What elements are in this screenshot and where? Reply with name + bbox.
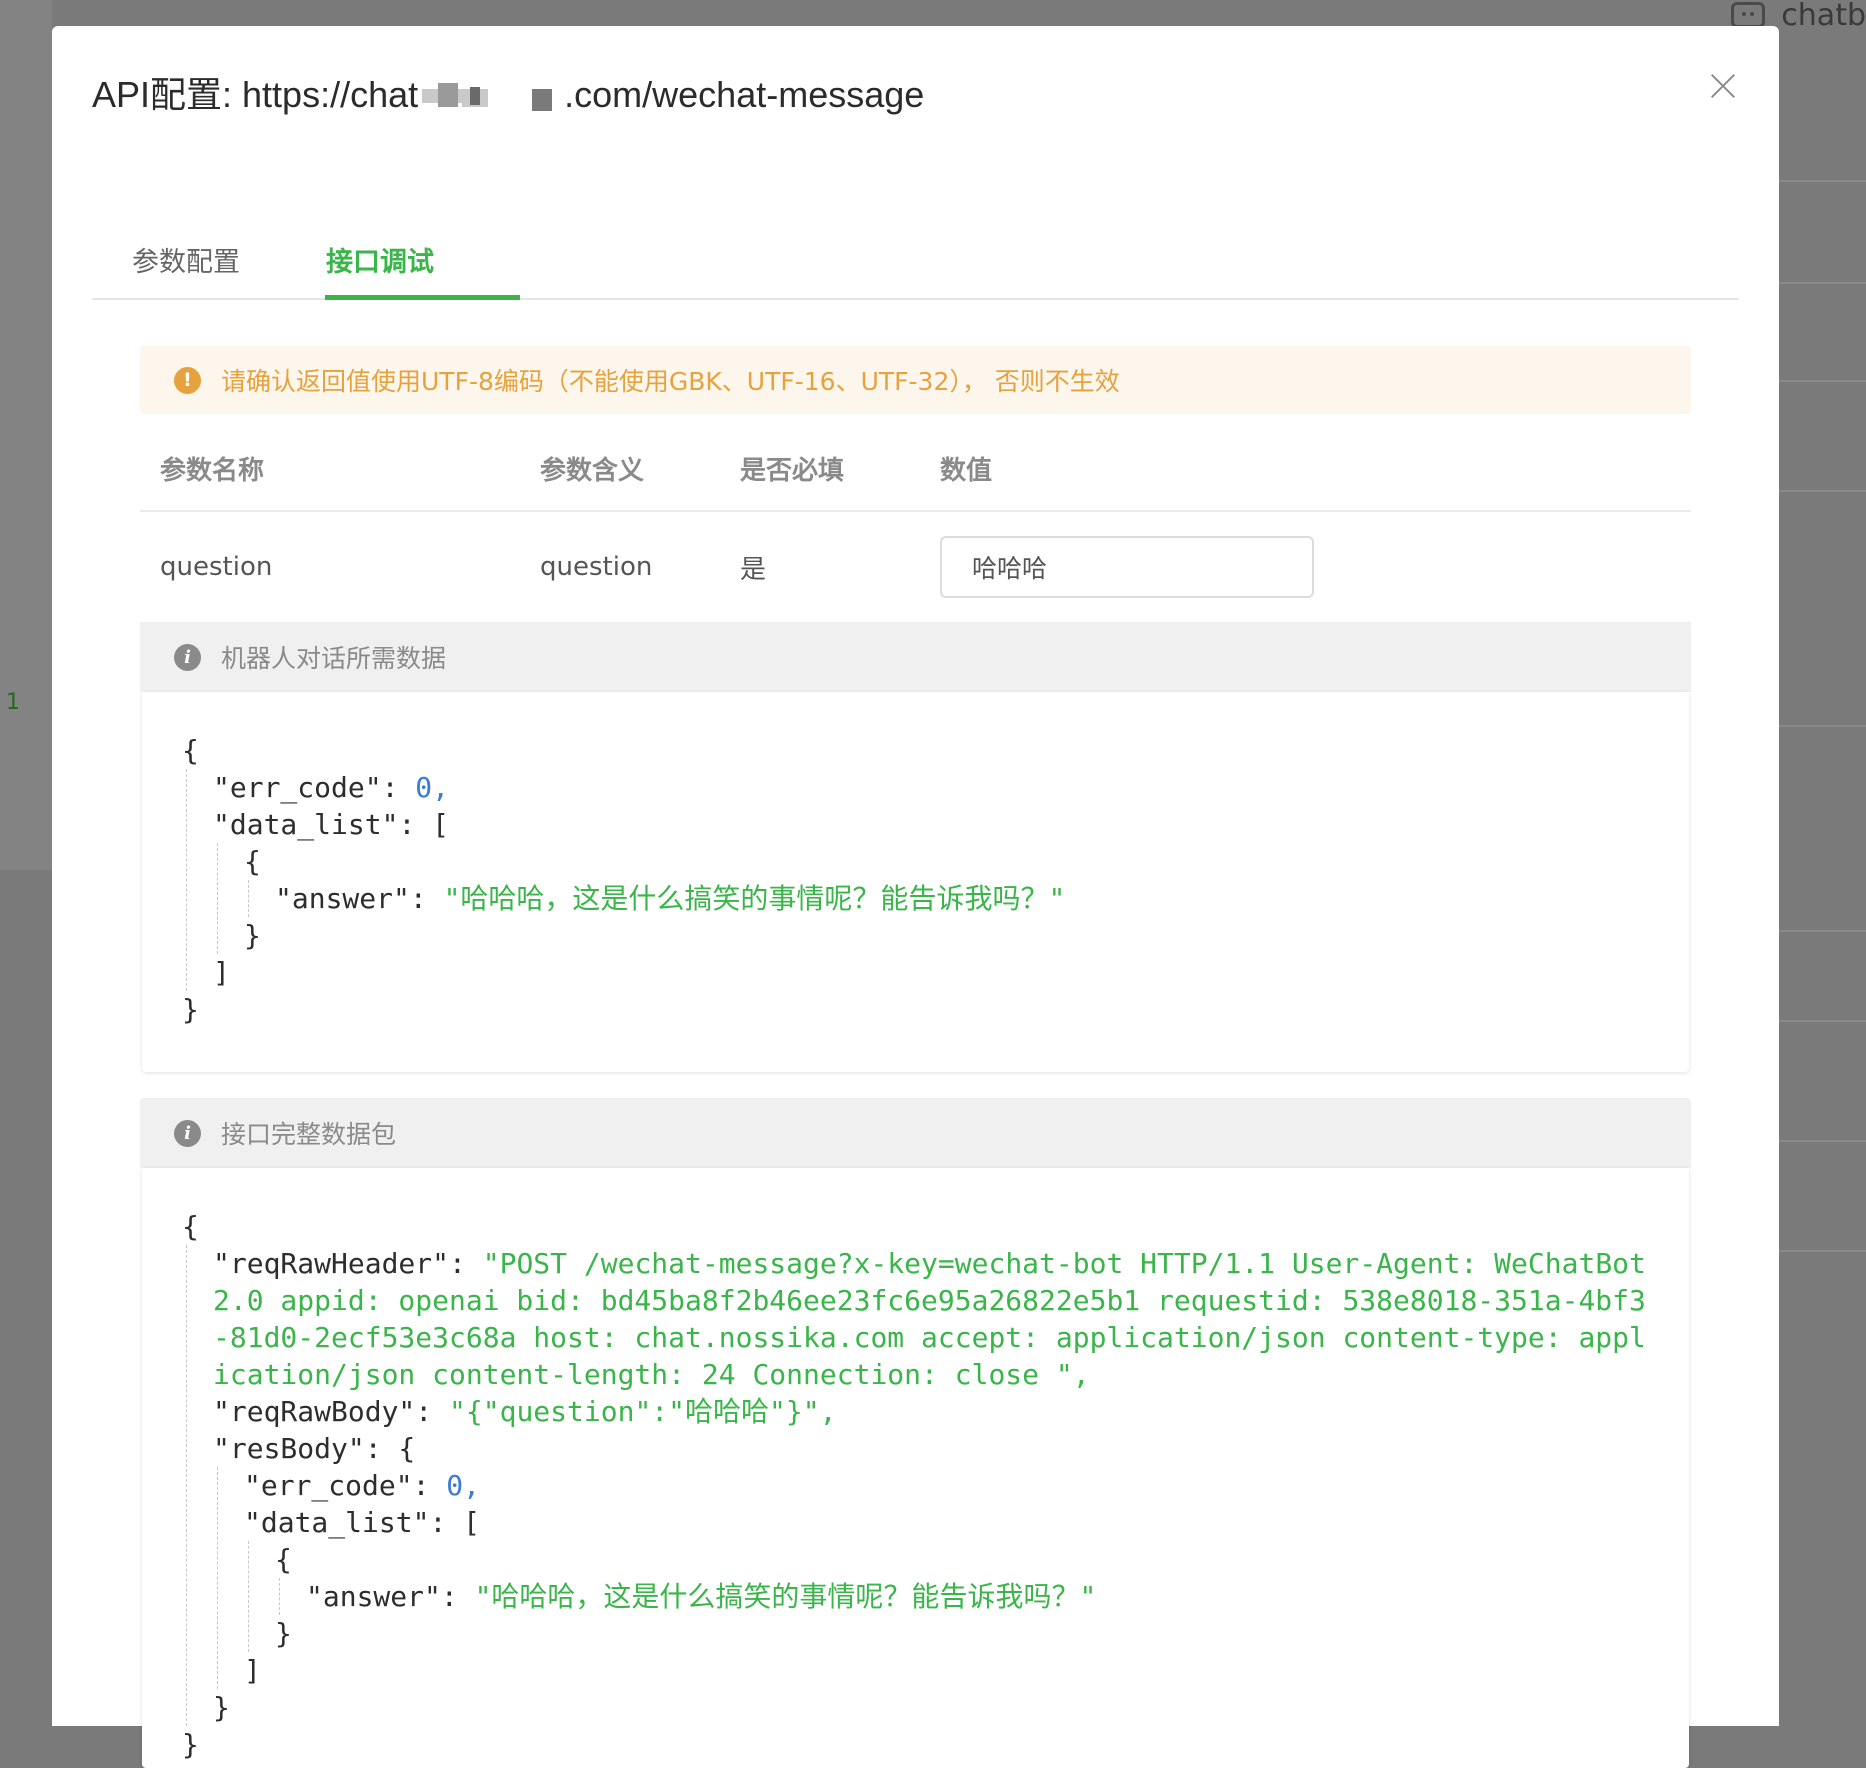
- close-icon[interactable]: [1707, 70, 1739, 102]
- header-required: 是否必填: [740, 426, 940, 512]
- robot-icon: [1731, 2, 1766, 28]
- background-divider: [1776, 930, 1866, 932]
- header-param-name: 参数名称: [140, 426, 540, 512]
- active-tab-indicator: [325, 295, 520, 300]
- answer-string: "哈哈哈，这是什么搞笑的事情呢？能告诉我吗？": [443, 882, 1066, 915]
- background-divider: [1776, 490, 1866, 492]
- warning-icon: !: [174, 366, 201, 394]
- background-left-panel: [0, 0, 52, 870]
- background-divider: [1776, 725, 1866, 727]
- modal-title-prefix: API配置: https://chat: [92, 74, 419, 115]
- cell-param-name: question: [140, 511, 540, 624]
- params-table: 参数名称 参数含义 是否必填 数值 question question 是: [140, 426, 1691, 624]
- redaction-mark: [418, 75, 564, 115]
- full-packet-section-header[interactable]: i 接口完整数据包: [140, 1098, 1691, 1168]
- background-divider: [1776, 1250, 1866, 1252]
- req-raw-body-string: "{"question":"哈哈哈"}": [449, 1395, 820, 1428]
- encoding-warning-alert: ! 请确认返回值使用UTF-8编码（不能使用GBK、UTF-16、UTF-32）…: [140, 346, 1691, 414]
- answer-string: "哈哈哈，这是什么搞笑的事情呢？能告诉我吗？": [474, 1580, 1097, 1613]
- header-param-meaning: 参数含义: [540, 426, 740, 512]
- full-packet-json-view: { "reqRawHeader": "POST /wechat-message?…: [142, 1168, 1689, 1768]
- robot-data-section-header[interactable]: i 机器人对话所需数据: [140, 622, 1691, 692]
- header-value: 数值: [940, 426, 1691, 512]
- cell-param-meaning: question: [540, 511, 740, 624]
- background-divider: [1776, 1140, 1866, 1142]
- tab-param-config[interactable]: 参数配置: [132, 240, 240, 279]
- background-divider: [1776, 282, 1866, 284]
- tab-api-debug[interactable]: 接口调试: [326, 240, 434, 279]
- modal-title: API配置: https://chat .com/wechat-message: [92, 66, 924, 118]
- robot-data-section-label: 机器人对话所需数据: [221, 644, 447, 673]
- cell-value: [940, 511, 1691, 624]
- api-config-modal: API配置: https://chat .com/wechat-message 参…: [52, 26, 1779, 1768]
- table-header-row: 参数名称 参数含义 是否必填 数值: [140, 426, 1691, 512]
- json-code: { "err_code": 0, "data_list": [ { "answe…: [182, 732, 1649, 1028]
- background-header-label: chatb: [1781, 0, 1866, 33]
- robot-data-json-view: { "err_code": 0, "data_list": [ { "answe…: [142, 692, 1689, 1072]
- json-code: { "reqRawHeader": "POST /wechat-message?…: [182, 1208, 1649, 1763]
- tab-bar: 参数配置 接口调试: [92, 222, 1739, 300]
- background-divider: [1776, 1020, 1866, 1022]
- question-value-input[interactable]: [940, 536, 1314, 598]
- modal-title-suffix: .com/wechat-message: [564, 74, 925, 115]
- warning-text: 请确认返回值使用UTF-8编码（不能使用GBK、UTF-16、UTF-32）， …: [221, 367, 1120, 396]
- background-line-number: 1: [6, 690, 20, 715]
- background-divider: [1776, 180, 1866, 182]
- background-divider: [1776, 380, 1866, 382]
- cell-required: 是: [740, 511, 940, 624]
- info-icon: i: [174, 643, 201, 671]
- full-packet-section-label: 接口完整数据包: [221, 1120, 397, 1149]
- info-icon: i: [174, 1119, 201, 1147]
- table-row: question question 是: [140, 511, 1691, 624]
